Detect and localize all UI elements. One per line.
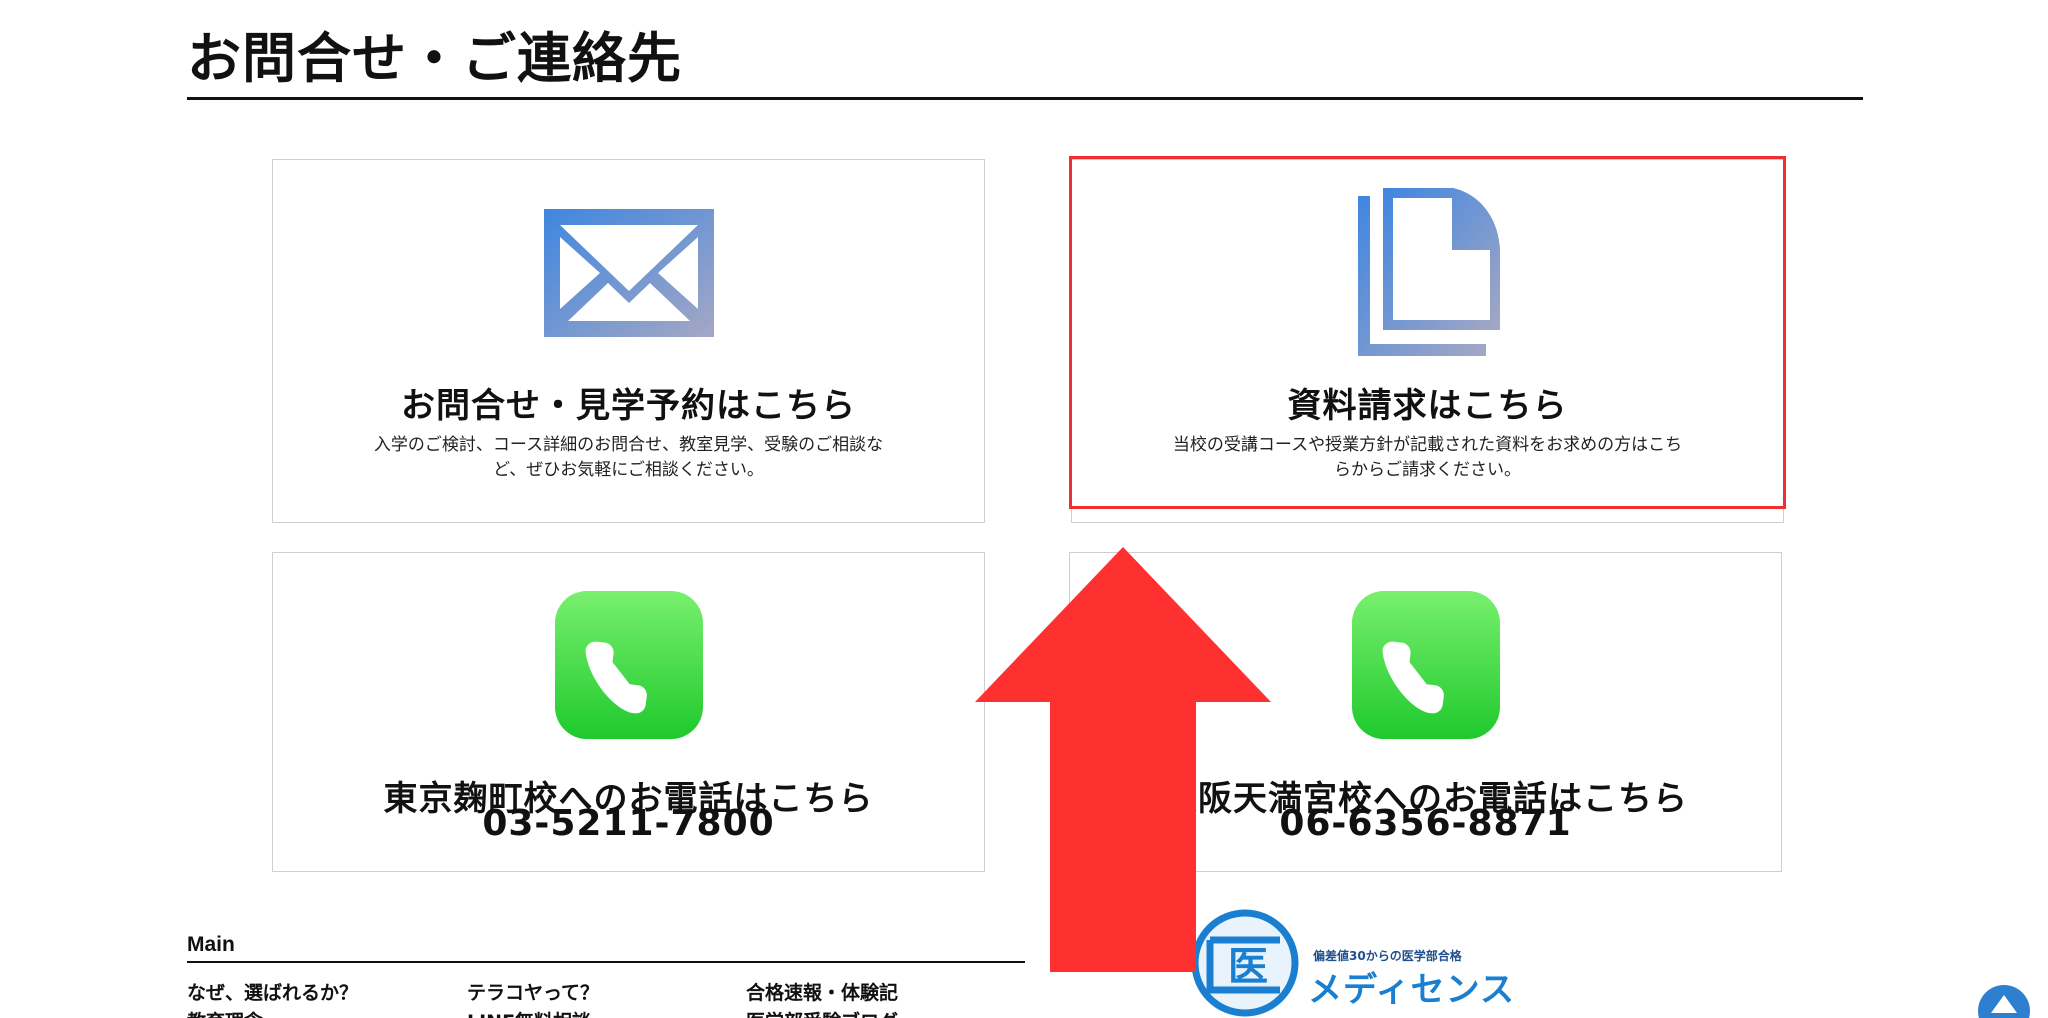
phone-icon (555, 591, 703, 739)
footer-link-line-consult[interactable]: LINE無料相談 (467, 1007, 591, 1018)
logo-name: メディセンス (1308, 970, 1515, 1010)
footer-heading: Main (187, 933, 235, 956)
section-title: お問合せ・ご連絡先 (187, 27, 682, 90)
mail-icon (544, 209, 714, 337)
tokyo-phone-card[interactable]: 東京麹町校へのお電話はこちら 03-5211-7800 (272, 552, 985, 872)
inquiry-description: 入学のご検討、コース詳細のお問合せ、教室見学、受験のご相談など、ぜひお気軽にご相… (373, 435, 884, 480)
document-icon (1358, 188, 1500, 356)
scroll-top-button[interactable] (1976, 983, 2032, 1018)
footer-link-about-terakoya[interactable]: テラコヤって？ (467, 978, 599, 1005)
footer-link-philosophy[interactable]: 教育理念 (187, 1007, 263, 1018)
title-divider (187, 97, 1863, 100)
footer-link-blog[interactable]: 医学部受験ブログ (746, 1007, 898, 1018)
inquiry-heading: お問合せ・見学予約はこちら (401, 386, 856, 426)
brochure-description: 当校の受講コースや授業方針が記載された資料をお求めの方はこちらからご請求ください… (1172, 435, 1683, 480)
phone-icon (1352, 591, 1500, 739)
brochure-heading: 資料請求はこちら (1287, 386, 1568, 426)
inquiry-card[interactable]: お問合せ・見学予約はこちら 入学のご検討、コース詳細のお問合せ、教室見学、受験の… (272, 159, 985, 523)
footer-divider (187, 961, 1025, 963)
brochure-request-card[interactable]: 資料請求はこちら 当校の受講コースや授業方針が記載された資料をお求めの方はこちら… (1071, 159, 1784, 523)
page: お問合せ・ご連絡先 お問合せ・見学予約はこちら 入学のご検討、コース詳細のお問合… (0, 0, 2048, 1018)
footer-link-why-chosen[interactable]: なぜ、選ばれるか？ (187, 978, 358, 1005)
footer-link-results[interactable]: 合格速報・体験記 (746, 978, 898, 1005)
up-arrow-annotation (975, 547, 1271, 972)
tokyo-phone-number[interactable]: 03-5211-7800 (273, 803, 984, 844)
